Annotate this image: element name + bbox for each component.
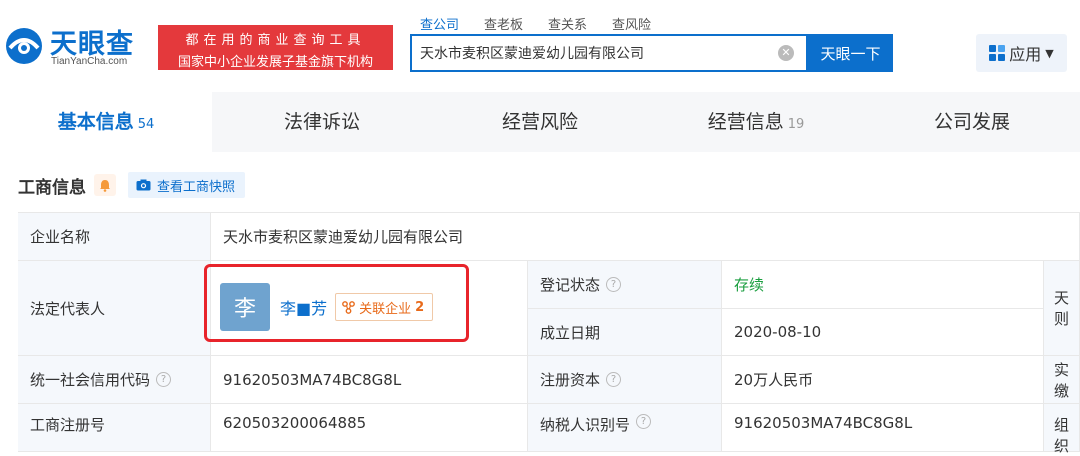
taxpayer-value: 91620503MA74BC8G8L <box>722 404 1044 452</box>
help-icon[interactable]: ? <box>156 372 172 387</box>
app-menu-button[interactable]: 应用 ▼ <box>976 34 1067 72</box>
tab-business[interactable]: 经营信息 19 <box>648 92 864 152</box>
tab-label: 基本信息 <box>57 111 134 133</box>
caret-down-icon: ▼ <box>1045 46 1054 60</box>
reg-no-value: 620503200064885 <box>211 404 528 452</box>
detail-nav: 基本信息 54 法律诉讼 经营风险 经营信息 19 公司发展 <box>0 92 1080 152</box>
reg-status-value: 存续 <box>722 261 1044 309</box>
help-icon[interactable]: ? <box>606 372 622 387</box>
reg-capital-value: 20万人民币 <box>722 356 1044 404</box>
right-label-1: 天则 <box>1044 261 1080 356</box>
tianyancha-logo[interactable]: 天眼查 TianYanCha.com <box>4 20 152 72</box>
snapshot-label: 查看工商快照 <box>157 179 236 195</box>
tab-label: 经营信息 <box>707 111 784 133</box>
slogan-line-2: 国家中小企业发展子基金旗下机构 <box>177 55 373 70</box>
section-header: 工商信息 查看工商快照 <box>18 170 246 200</box>
help-icon[interactable]: ? <box>636 414 652 429</box>
reg-no-label: 工商注册号 <box>18 404 211 452</box>
search-input[interactable] <box>420 36 770 70</box>
clear-icon[interactable]: ✕ <box>778 45 794 61</box>
top-header: 天眼查 TianYanCha.com 都在用的商业查询工具 国家中小企业发展子基… <box>0 0 1080 92</box>
bell-icon[interactable] <box>94 174 116 196</box>
logo-url: TianYanCha.com <box>51 56 128 67</box>
search-box: ✕ <box>410 34 808 72</box>
tab-count: 54 <box>137 117 155 132</box>
tab-label: 经营风险 <box>501 111 578 133</box>
reg-capital-label-cell: 注册资本? <box>528 356 722 404</box>
business-info-table: 企业名称 天水市麦积区蒙迪爱幼儿园有限公司 法定代表人 登记状态? 存续 天则 … <box>18 212 1080 455</box>
credit-code-label-cell: 统一社会信用代码? <box>18 356 211 404</box>
eye-logo-icon <box>6 28 42 64</box>
tab-count: 19 <box>787 117 805 132</box>
app-menu-label: 应用 <box>1009 45 1042 64</box>
slogan-line-1: 都在用的商业查询工具 <box>185 33 366 48</box>
credit-code-label: 统一社会信用代码 <box>30 371 151 389</box>
right-label-3: 组织 <box>1044 404 1080 455</box>
found-date-label: 成立日期 <box>528 309 722 356</box>
company-name-value: 天水市麦积区蒙迪爱幼儿园有限公司 <box>211 213 1080 261</box>
tab-label: 法律诉讼 <box>283 111 360 133</box>
slogan-banner: 都在用的商业查询工具 国家中小企业发展子基金旗下机构 <box>158 25 393 70</box>
taxpayer-label-cell: 纳税人识别号? <box>528 404 722 452</box>
legal-rep-label: 法定代表人 <box>18 261 211 356</box>
app-grid-icon <box>989 45 1006 61</box>
credit-code-value: 91620503MA74BC8G8L <box>211 356 528 404</box>
camera-icon <box>136 179 151 191</box>
tab-label: 公司发展 <box>933 111 1010 133</box>
tab-legal[interactable]: 法律诉讼 <box>212 92 432 152</box>
reg-status-label-cell: 登记状态? <box>528 261 722 309</box>
company-name-label: 企业名称 <box>18 213 211 261</box>
right-label-2: 实缴 <box>1044 356 1080 404</box>
tab-development[interactable]: 公司发展 <box>864 92 1080 152</box>
help-icon[interactable]: ? <box>606 277 622 292</box>
highlight-box <box>204 264 469 342</box>
reg-capital-label: 注册资本 <box>540 371 601 389</box>
tab-basic-info[interactable]: 基本信息 54 <box>0 92 212 152</box>
tab-risk[interactable]: 经营风险 <box>432 92 648 152</box>
search-button[interactable]: 天眼一下 <box>808 34 893 72</box>
snapshot-button[interactable]: 查看工商快照 <box>128 172 246 198</box>
section-title: 工商信息 <box>18 177 86 198</box>
found-date-value: 2020-08-10 <box>722 309 1044 356</box>
reg-status-label: 登记状态 <box>540 276 601 294</box>
